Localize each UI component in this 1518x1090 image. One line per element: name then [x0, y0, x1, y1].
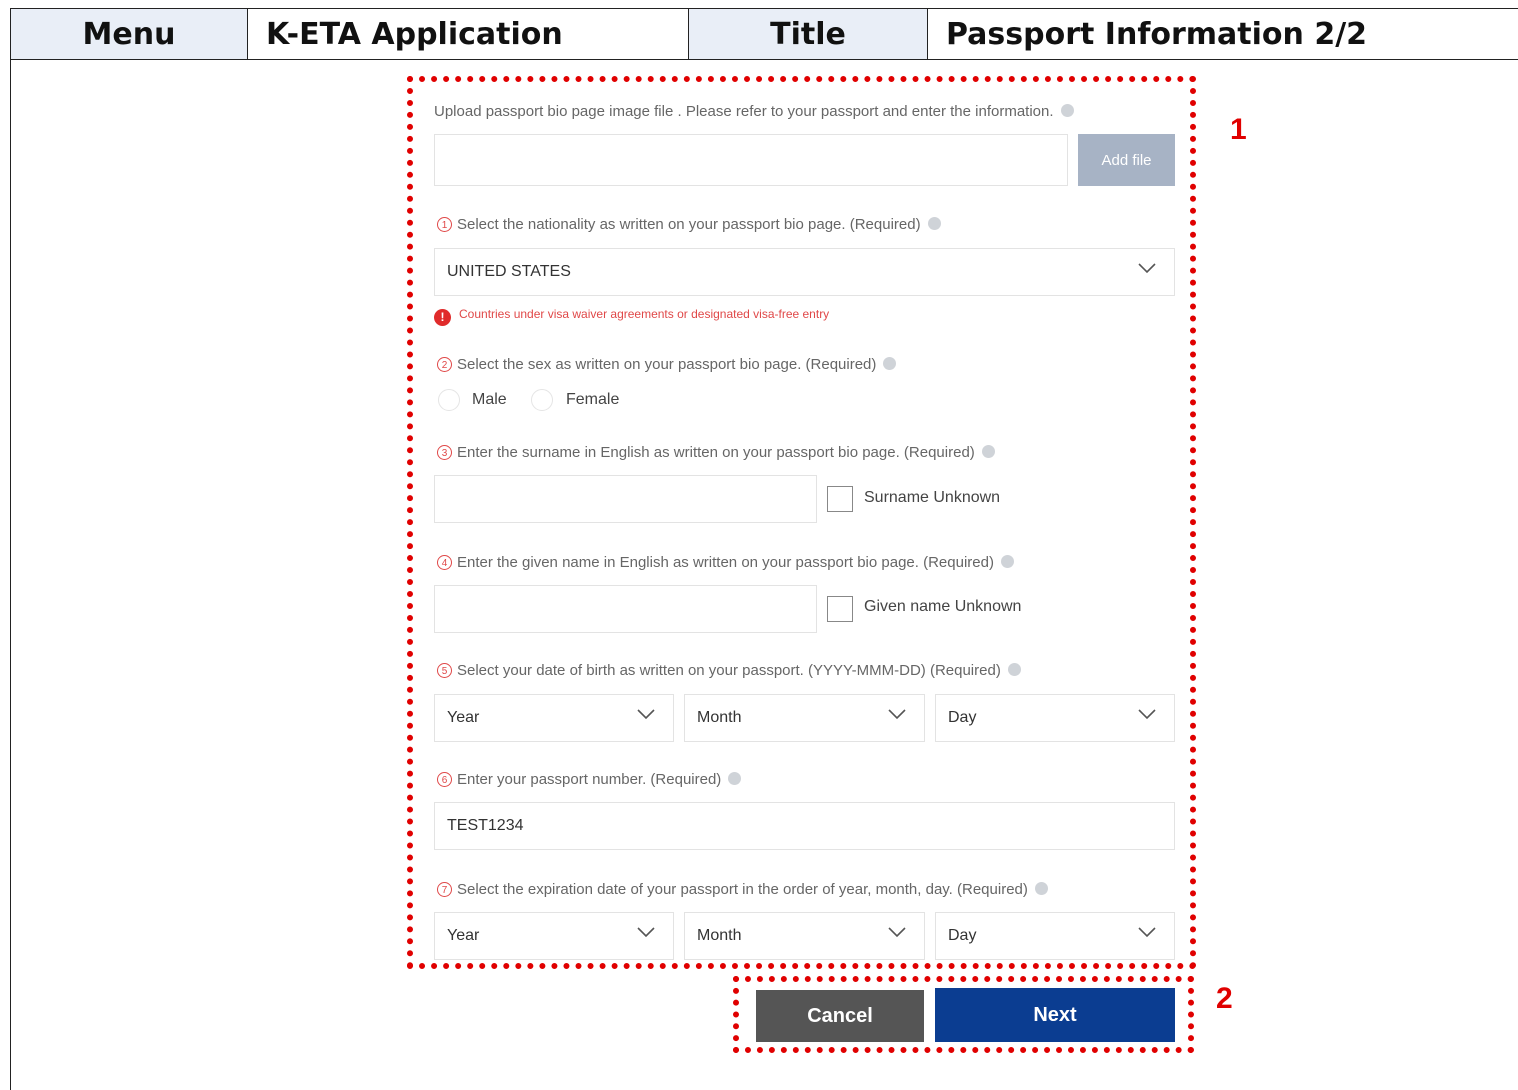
help-icon[interactable] — [1034, 882, 1048, 895]
callout-number-1: 1 — [1230, 113, 1247, 146]
surname-label-text: Enter the surname in English as written … — [457, 444, 975, 461]
chevron-down-icon — [1138, 263, 1156, 274]
dob-day-value: Day — [948, 709, 977, 726]
chevron-down-icon — [888, 709, 906, 720]
expiration-month-select[interactable]: Month — [684, 912, 925, 960]
left-border — [10, 58, 11, 1090]
callout-number-2: 2 — [1216, 982, 1233, 1015]
header-table: Menu K-ETA Application Title Passport In… — [10, 8, 1518, 60]
next-button[interactable]: Next — [935, 988, 1175, 1042]
nationality-value: UNITED STATES — [447, 263, 571, 280]
expiration-year-value: Year — [447, 927, 480, 944]
chevron-down-icon — [1138, 927, 1156, 938]
step-1-icon: 1 — [437, 217, 452, 232]
help-icon[interactable] — [927, 217, 941, 230]
passport-number-label: 6 Enter your passport number. (Required) — [437, 771, 742, 788]
dob-month-select[interactable]: Month — [684, 694, 925, 742]
expiration-month-value: Month — [697, 927, 742, 944]
step-7-icon: 7 — [437, 882, 452, 897]
title-key: Title — [689, 9, 928, 59]
menu-value: K-ETA Application — [248, 9, 689, 59]
male-label[interactable]: Male — [472, 391, 507, 409]
help-icon[interactable] — [1060, 104, 1074, 117]
step-2-icon: 2 — [437, 357, 452, 372]
expiration-day-select[interactable]: Day — [935, 912, 1175, 960]
add-file-button[interactable]: Add file — [1078, 134, 1175, 186]
surname-unknown-label[interactable]: Surname Unknown — [864, 489, 1000, 507]
dob-year-select[interactable]: Year — [434, 694, 674, 742]
given-name-label-text: Enter the given name in English as writt… — [457, 554, 994, 571]
surname-input[interactable] — [434, 475, 817, 523]
alert-icon: ! — [434, 309, 451, 326]
expiration-label-text: Select the expiration date of your passp… — [457, 881, 1028, 898]
help-icon[interactable] — [728, 772, 742, 785]
upload-label: Upload passport bio page image file . Pl… — [434, 103, 1074, 120]
dob-year-value: Year — [447, 709, 480, 726]
passport-number-label-text: Enter your passport number. (Required) — [457, 771, 722, 788]
dob-label: 5 Select your date of birth as written on… — [437, 662, 1021, 679]
expiration-year-select[interactable]: Year — [434, 912, 674, 960]
female-label[interactable]: Female — [566, 391, 619, 409]
menu-key: Menu — [10, 9, 248, 59]
female-radio[interactable] — [531, 389, 553, 411]
given-name-unknown-label[interactable]: Given name Unknown — [864, 598, 1021, 616]
chevron-down-icon — [637, 709, 655, 720]
help-icon[interactable] — [1007, 663, 1021, 676]
given-name-unknown-checkbox[interactable] — [827, 596, 853, 622]
cancel-button[interactable]: Cancel — [756, 990, 924, 1042]
file-path-field[interactable] — [434, 134, 1068, 186]
dob-month-value: Month — [697, 709, 742, 726]
nationality-select[interactable]: UNITED STATES — [434, 248, 1175, 296]
dob-day-select[interactable]: Day — [935, 694, 1175, 742]
passport-number-input[interactable]: TEST1234 — [434, 802, 1175, 850]
step-4-icon: 4 — [437, 555, 452, 570]
given-name-input[interactable] — [434, 585, 817, 633]
male-radio[interactable] — [438, 389, 460, 411]
expiration-label: 7 Select the expiration date of your pass… — [437, 881, 1048, 898]
sex-label: 2 Select the sex as written on your passp… — [437, 356, 897, 373]
given-name-label: 4 Enter the given name in English as writ… — [437, 554, 1014, 571]
expiration-day-value: Day — [948, 927, 977, 944]
chevron-down-icon — [637, 927, 655, 938]
nationality-label: 1 Select the nationality as written on yo… — [437, 216, 941, 233]
help-icon[interactable] — [883, 357, 897, 370]
sex-label-text: Select the sex as written on your passpo… — [457, 356, 877, 373]
chevron-down-icon — [1138, 709, 1156, 720]
visa-warning: ! Countries under visa waiver agreements … — [434, 307, 829, 326]
surname-unknown-checkbox[interactable] — [827, 486, 853, 512]
upload-label-text: Upload passport bio page image file . Pl… — [434, 103, 1054, 120]
step-6-icon: 6 — [437, 772, 452, 787]
step-5-icon: 5 — [437, 663, 452, 678]
dob-label-text: Select your date of birth as written on … — [457, 662, 1001, 679]
visa-warning-text: Countries under visa waiver agreements o… — [459, 307, 830, 321]
surname-label: 3 Enter the surname in English as written… — [437, 444, 995, 461]
help-icon[interactable] — [981, 445, 995, 458]
chevron-down-icon — [888, 927, 906, 938]
title-value: Passport Information 2/2 — [928, 9, 1518, 59]
step-3-icon: 3 — [437, 445, 452, 460]
help-icon[interactable] — [1000, 555, 1014, 568]
nationality-label-text: Select the nationality as written on you… — [457, 216, 921, 233]
